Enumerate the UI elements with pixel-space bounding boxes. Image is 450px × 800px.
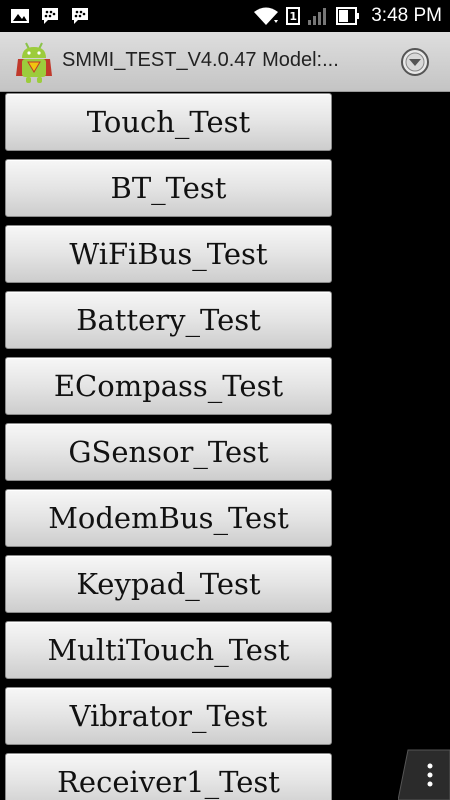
battery-test-button[interactable]: Battery_Test <box>5 291 332 349</box>
notification-icons <box>10 6 90 26</box>
android-superman-app-icon <box>16 42 52 83</box>
bt-test-button[interactable]: BT_Test <box>5 159 332 217</box>
keypad-test-button[interactable]: Keypad_Test <box>5 555 332 613</box>
sim-slot-icon: 1 <box>286 7 301 25</box>
action-bar: SMMI_TEST_V4.0.47 Model:... <box>0 32 450 92</box>
modembus-test-button[interactable]: ModemBus_Test <box>5 489 332 547</box>
circle-chevron-down-icon[interactable] <box>400 47 430 77</box>
image-notification-icon <box>11 9 29 23</box>
sim-slot-number: 1 <box>289 9 298 23</box>
signal-icon <box>308 8 327 25</box>
ecompass-test-button[interactable]: ECompass_Test <box>5 357 332 415</box>
wifi-icon <box>254 7 279 25</box>
status-bar: 1 3:48 PM <box>0 0 450 32</box>
receiver1-test-button[interactable]: Receiver1_Test <box>5 753 332 800</box>
touch-test-button[interactable]: Touch_Test <box>5 93 332 151</box>
status-clock: 3:48 PM <box>371 5 442 26</box>
vibrator-test-button[interactable]: Vibrator_Test <box>5 687 332 745</box>
multitouch-test-button[interactable]: MultiTouch_Test <box>5 621 332 679</box>
app-title: SMMI_TEST_V4.0.47 Model:... <box>62 49 339 71</box>
gsensor-test-button[interactable]: GSensor_Test <box>5 423 332 481</box>
bbm-chat-icon <box>42 8 58 24</box>
vertical-dots-menu-icon[interactable] <box>398 748 450 800</box>
wifibus-test-button[interactable]: WiFiBus_Test <box>5 225 332 283</box>
system-icons: 1 3:48 PM <box>253 4 442 28</box>
screen: 1 3:48 PM SMMI_TEST_V4.0.47 Model:... To… <box>0 0 450 800</box>
battery-icon <box>336 7 360 25</box>
bbm-chat-icon <box>72 8 88 24</box>
